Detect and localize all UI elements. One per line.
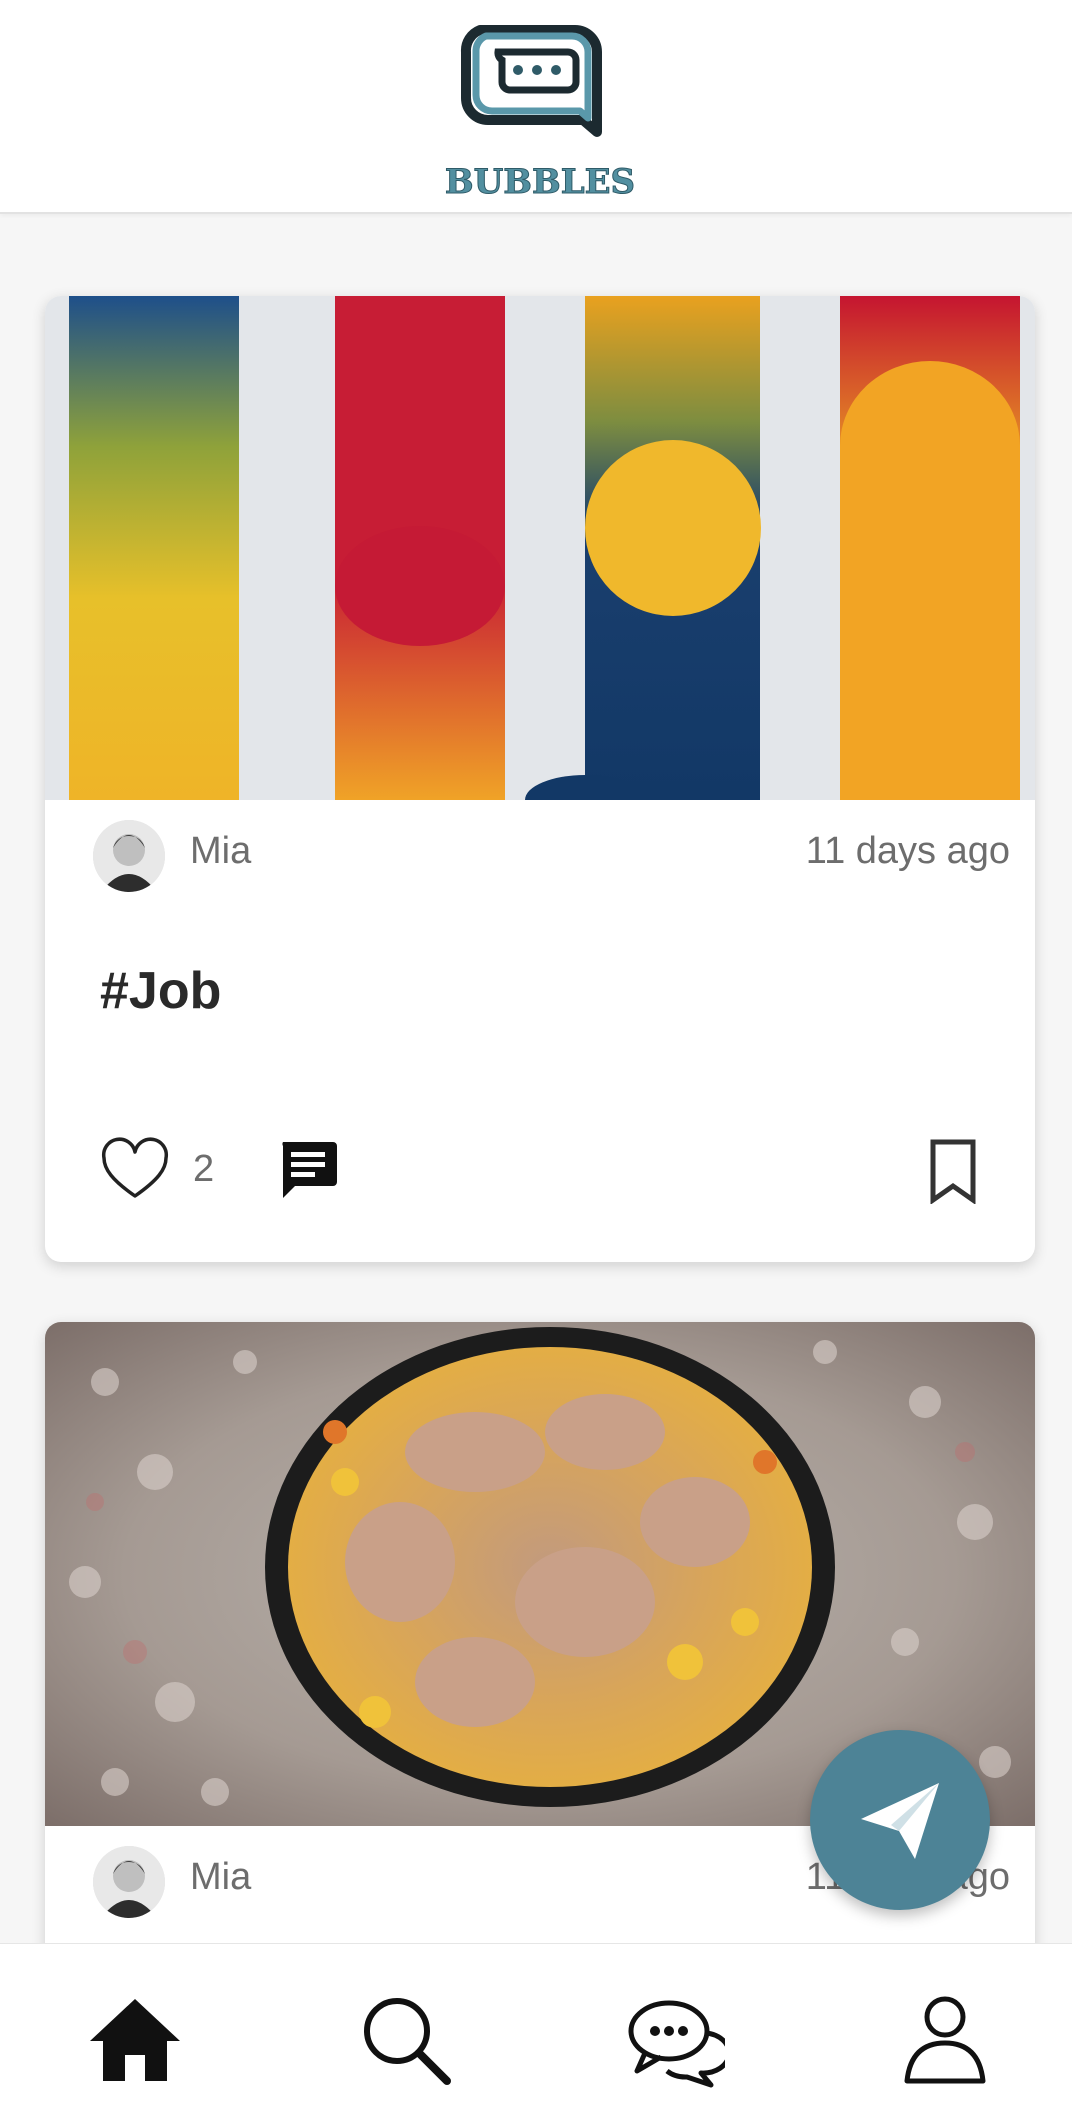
chat-bubble-logo-icon: [460, 25, 602, 137]
author-name[interactable]: Mia: [190, 830, 251, 873]
like-button[interactable]: [100, 1136, 170, 1206]
app-header: BUBBLES: [0, 0, 1072, 214]
bookmark-icon: [930, 1139, 976, 1205]
profile-icon: [904, 1996, 986, 2084]
post-actions: 2: [45, 1126, 1035, 1216]
bubbles-logo[interactable]: BUBBLES: [440, 10, 640, 205]
comment-button[interactable]: [277, 1138, 339, 1200]
heart-icon: [101, 1137, 169, 1198]
post-card[interactable]: Mia 11 days ago: [45, 1322, 1035, 2022]
abstract-art-image: [45, 296, 1035, 800]
like-count: 2: [193, 1148, 215, 1190]
avatar-photo-icon: [93, 820, 165, 892]
comment-icon: [282, 1142, 337, 1198]
post-image[interactable]: [45, 296, 1035, 800]
post-caption: #Job: [100, 962, 222, 1020]
search-icon: [364, 1998, 451, 2085]
logo-text: BUBBLES: [444, 162, 636, 203]
bottom-nav: [0, 1943, 1072, 2114]
post-meta: Mia 11 days ago: [45, 800, 1035, 910]
nav-profile[interactable]: [895, 1989, 995, 2089]
avatar[interactable]: [93, 1846, 165, 1918]
new-post-button[interactable]: [810, 1730, 990, 1910]
nav-home[interactable]: [85, 1989, 185, 2089]
chat-bubbles-icon: [628, 2000, 725, 2088]
post-card[interactable]: Mia 11 days ago #Job 2: [45, 296, 1035, 1262]
post-timestamp: 11 days ago: [805, 830, 1010, 872]
author-name[interactable]: Mia: [190, 1856, 251, 1899]
bookmark-button[interactable]: [925, 1138, 981, 1205]
nav-search[interactable]: [355, 1989, 455, 2089]
home-icon: [90, 1999, 180, 2081]
send-icon: [861, 1783, 939, 1859]
nav-chat[interactable]: [625, 1989, 725, 2089]
avatar[interactable]: [93, 820, 165, 892]
avatar-photo-icon: [93, 1846, 165, 1918]
